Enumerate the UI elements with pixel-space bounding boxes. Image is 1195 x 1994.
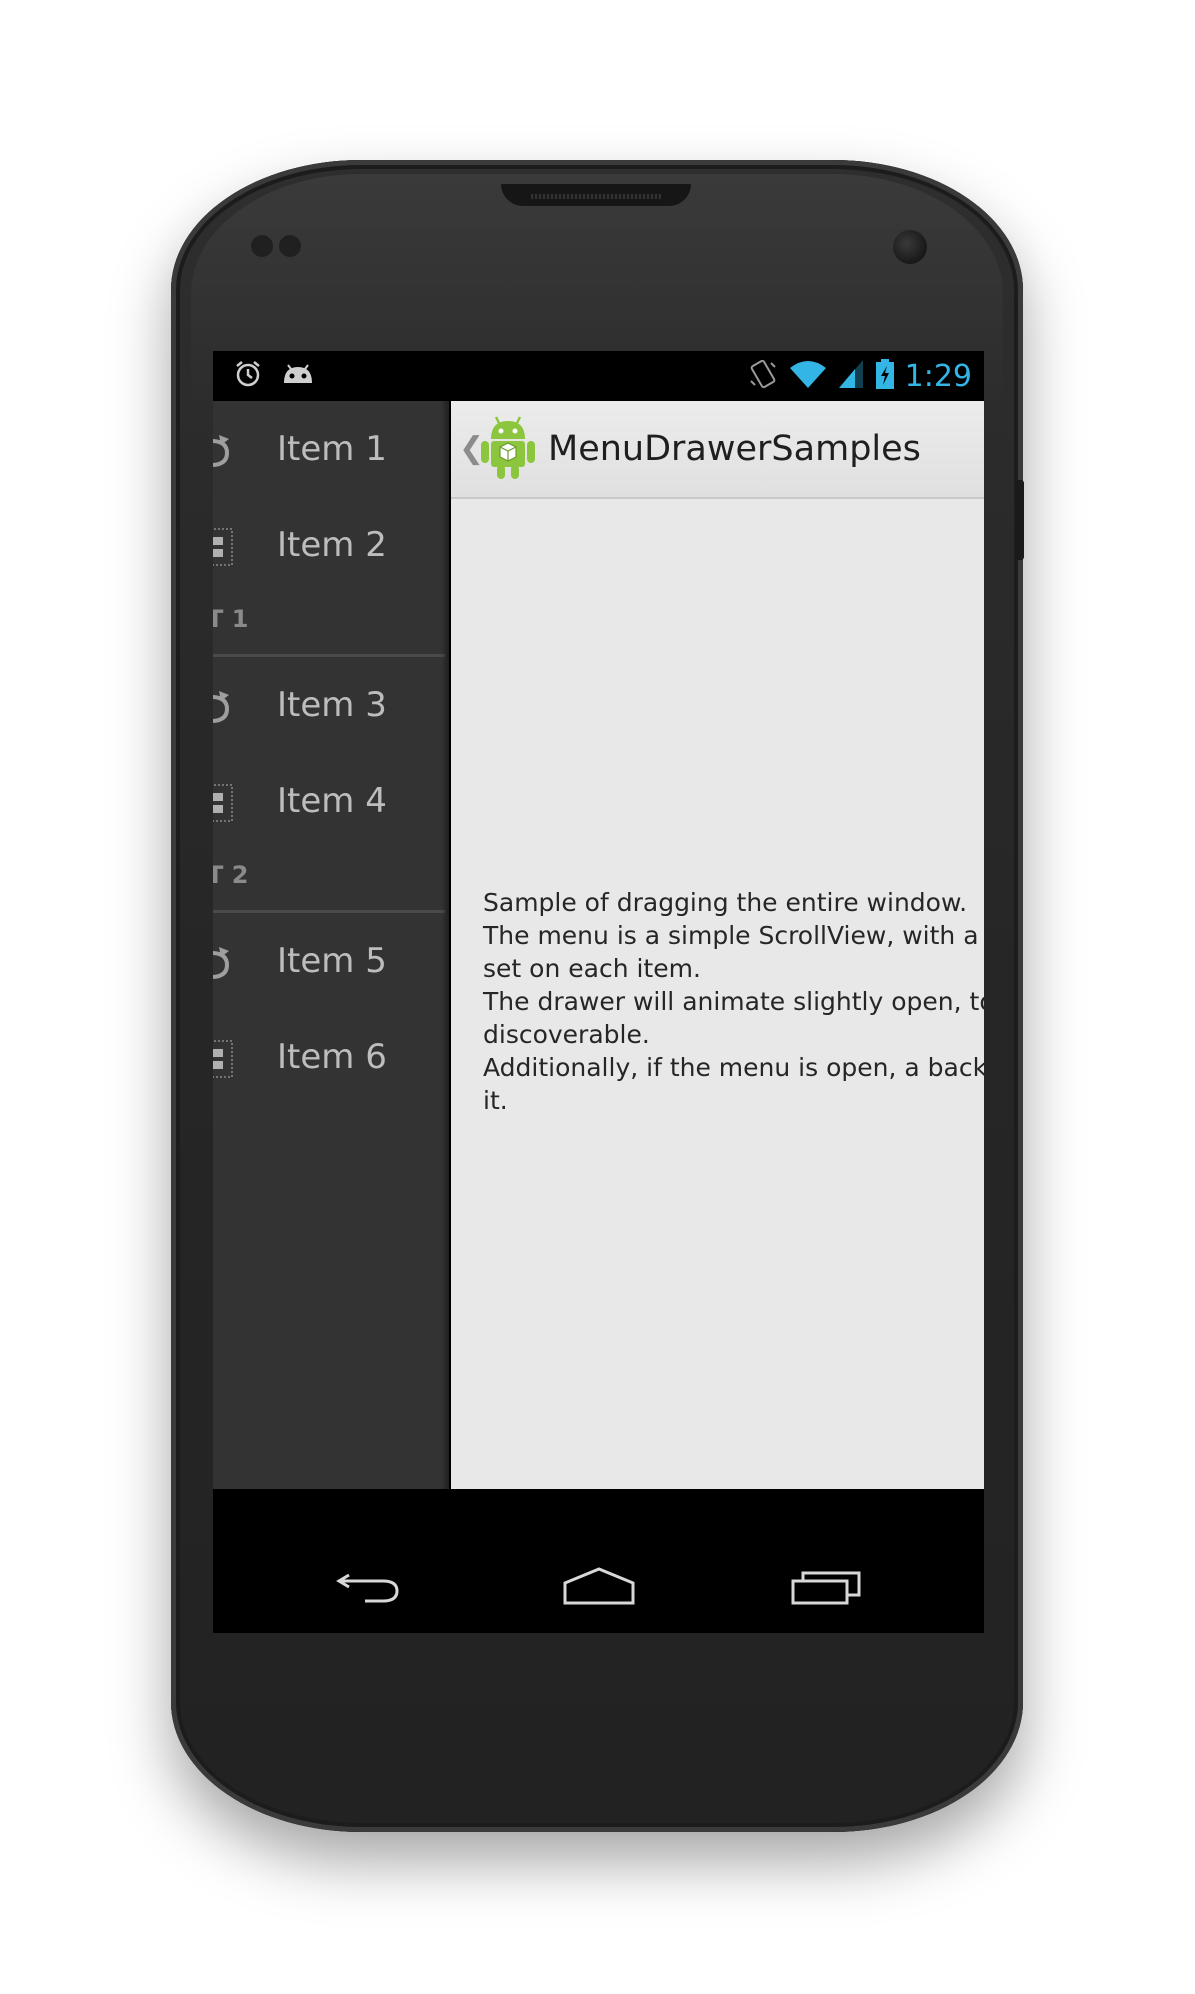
refresh-icon: [213, 431, 235, 471]
navigation-bar: [213, 1539, 984, 1633]
alarm-icon: [233, 359, 263, 394]
menu-item-label: Item 3: [277, 685, 387, 725]
menu-category-header-1: T 1: [213, 593, 449, 657]
menu-item-6[interactable]: Item 6: [213, 1009, 449, 1105]
sample-description: Sample of dragging the entire window. Th…: [483, 886, 984, 1117]
description-line: The menu is a simple ScrollView, with a: [483, 921, 979, 950]
phone-screen: 1:29 Item 1 Item 2 T 1 Item 3 Item 4 T 2…: [213, 351, 984, 1633]
menu-category-label: T 1: [213, 605, 249, 633]
content-window[interactable]: ❮ MenuDrawerSamples Sample of dragging t…: [451, 401, 984, 1489]
menu-item-1[interactable]: Item 1: [213, 401, 449, 497]
status-clock: 1:29: [904, 358, 972, 394]
front-camera: [893, 230, 927, 264]
wifi-icon: [789, 358, 827, 395]
grid-icon: [213, 783, 235, 823]
menu-item-label: Item 6: [277, 1037, 387, 1077]
grid-icon: [213, 1039, 235, 1079]
battery-charging-icon: [875, 358, 895, 395]
action-bar: ❮ MenuDrawerSamples: [451, 401, 984, 499]
back-icon[interactable]: [331, 1561, 411, 1611]
menu-item-label: Item 5: [277, 941, 387, 981]
recents-icon[interactable]: [789, 1561, 869, 1611]
volume-key[interactable]: [1016, 480, 1024, 560]
refresh-icon: [213, 687, 235, 727]
menu-category-label: T 2: [213, 861, 249, 889]
menu-item-2[interactable]: Item 2: [213, 497, 449, 593]
menu-item-label: Item 1: [277, 429, 387, 469]
menu-drawer[interactable]: Item 1 Item 2 T 1 Item 3 Item 4 T 2 Item…: [213, 401, 449, 1489]
earpiece-speaker: [501, 184, 691, 206]
description-line: Additionally, if the menu is open, a bac…: [483, 1053, 984, 1082]
menu-item-4[interactable]: Item 4: [213, 753, 449, 849]
description-line: set on each item.: [483, 954, 701, 983]
menu-category-header-2: T 2: [213, 849, 449, 913]
grid-icon: [213, 527, 235, 567]
description-line: discoverable.: [483, 1020, 650, 1049]
vibrate-icon: [747, 357, 779, 396]
refresh-icon: [213, 943, 235, 983]
signal-icon: [837, 358, 865, 395]
android-debug-icon: [281, 361, 315, 392]
menu-item-label: Item 4: [277, 781, 387, 821]
menu-item-5[interactable]: Item 5: [213, 913, 449, 1009]
light-sensor: [279, 235, 301, 257]
android-app-icon[interactable]: [479, 415, 537, 481]
description-line: it.: [483, 1086, 508, 1115]
proximity-sensor: [251, 235, 273, 257]
drawer-shadow: [441, 401, 451, 1489]
status-bar: 1:29: [213, 351, 984, 401]
home-icon[interactable]: [559, 1561, 639, 1611]
menu-item-label: Item 2: [277, 525, 387, 565]
description-line: Sample of dragging the entire window.: [483, 888, 968, 917]
app-title: MenuDrawerSamples: [548, 429, 921, 469]
description-line: The drawer will animate slightly open, t…: [483, 987, 984, 1016]
menu-item-3[interactable]: Item 3: [213, 657, 449, 753]
